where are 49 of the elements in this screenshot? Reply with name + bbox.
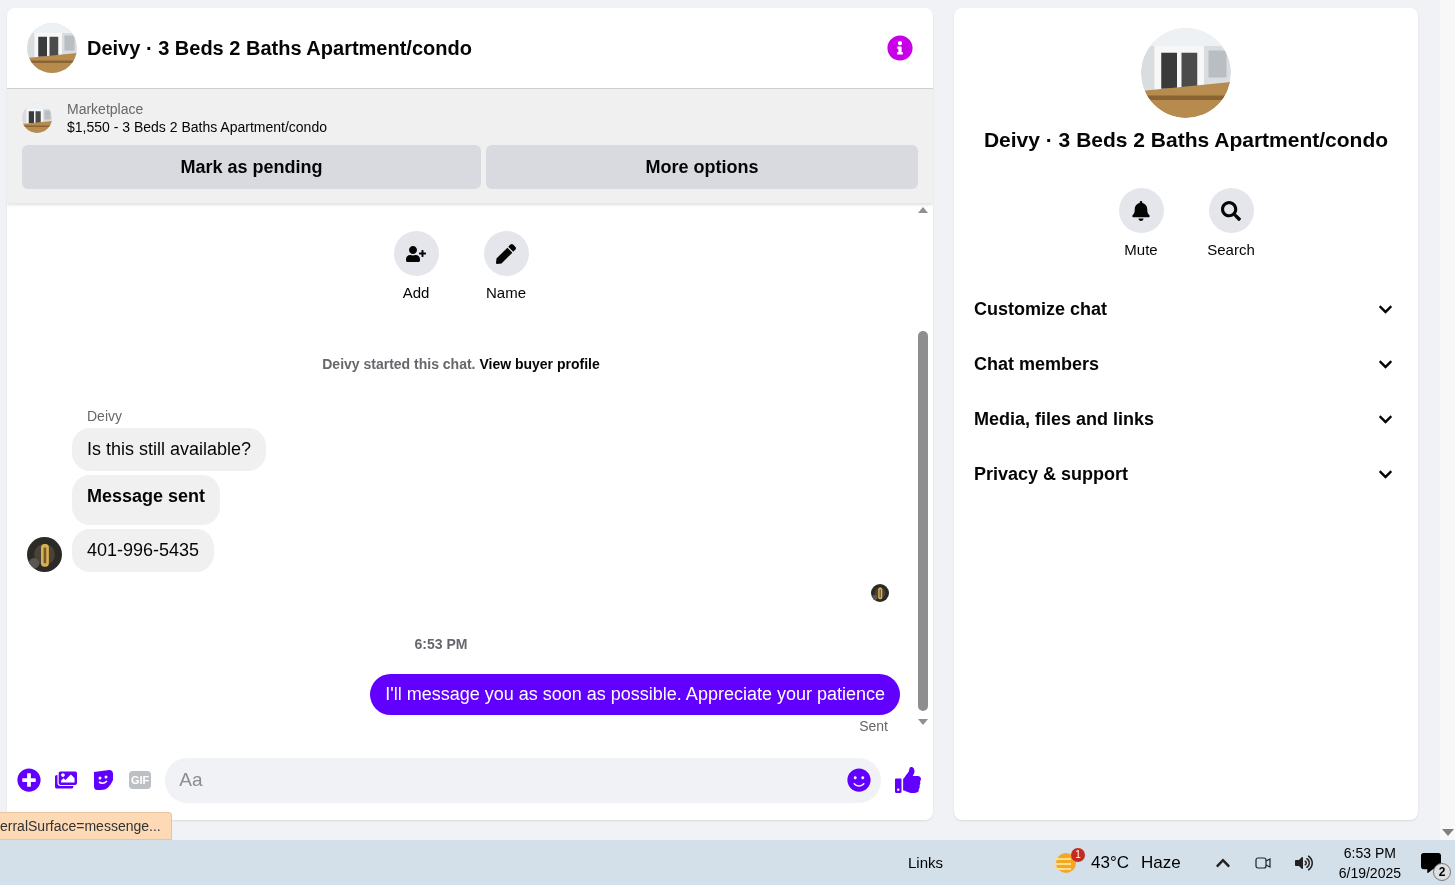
buyer-profile-link[interactable]: View buyer profile bbox=[479, 356, 600, 372]
scroll-down-icon[interactable] bbox=[1441, 829, 1454, 836]
message-bubble: Is this still available? bbox=[72, 428, 267, 471]
action-label: Mute bbox=[1124, 241, 1158, 258]
add-button[interactable] bbox=[393, 231, 439, 276]
message-bubble: I'll message you as soon as possible. Appreciate your patience bbox=[370, 674, 900, 715]
bell-icon bbox=[1131, 200, 1151, 221]
links-toolbar[interactable]: Links bbox=[908, 854, 944, 871]
plus-icon[interactable] bbox=[17, 768, 41, 792]
listing-button[interactable]: Mark as pending bbox=[22, 145, 482, 189]
chat-title: Deivy · 3 Beds 2 Baths Apartment/condo bbox=[87, 36, 473, 60]
thumbs-up-icon[interactable] bbox=[895, 767, 921, 793]
pencil-icon bbox=[496, 243, 516, 264]
sticker-icon[interactable] bbox=[91, 768, 115, 792]
chat-start-notice: Deivy started this chat. View buyer profile bbox=[321, 356, 601, 372]
scrollbar-thumb[interactable] bbox=[917, 331, 928, 711]
scroll-down-icon[interactable] bbox=[917, 719, 928, 725]
sender-name: Deivy bbox=[87, 408, 123, 424]
listing-button[interactable]: More options bbox=[486, 145, 918, 189]
message-bubble: Message sent bbox=[72, 475, 221, 525]
emoji-icon[interactable] bbox=[847, 767, 871, 792]
camera-icon[interactable] bbox=[1254, 854, 1271, 871]
message-bubble: 401-996-5435 bbox=[72, 529, 215, 572]
taskbar-clock[interactable]: 6:53 PM 6/19/2025 bbox=[1338, 844, 1401, 881]
details-title: Deivy · 3 Beds 2 Baths Apartment/condo bbox=[983, 128, 1389, 152]
add-person-icon bbox=[406, 243, 426, 264]
search-icon bbox=[1221, 200, 1241, 221]
action-label: Add bbox=[402, 284, 430, 301]
notification-icon[interactable] bbox=[1421, 852, 1441, 873]
image-icon[interactable] bbox=[55, 769, 77, 791]
speaker-icon[interactable] bbox=[1294, 853, 1313, 872]
temperature: 43°C bbox=[1091, 852, 1129, 873]
mute-button[interactable] bbox=[1118, 188, 1164, 233]
listing-source: Marketplace bbox=[67, 101, 145, 117]
scroll-up-icon[interactable] bbox=[917, 207, 928, 213]
weather-condition: Haze bbox=[1141, 852, 1181, 873]
sent-status: Sent bbox=[858, 718, 889, 734]
clock-time: 6:53 PM bbox=[1343, 844, 1396, 861]
listing-summary: $1,550 - 3 Beds 2 Baths Apartment/condo bbox=[67, 119, 327, 135]
search-button[interactable] bbox=[1208, 188, 1254, 233]
info-icon[interactable] bbox=[887, 35, 913, 61]
weather-badge: 1 bbox=[1071, 847, 1086, 862]
action-label: Search bbox=[1207, 241, 1255, 258]
message-field[interactable]: Aa bbox=[165, 757, 881, 803]
notification-count: 2 bbox=[1433, 862, 1451, 881]
action-label: Name bbox=[486, 284, 526, 301]
message-time: 6:53 PM bbox=[413, 636, 469, 652]
name-button[interactable] bbox=[483, 231, 529, 276]
clock-date: 6/19/2025 bbox=[1338, 864, 1401, 881]
